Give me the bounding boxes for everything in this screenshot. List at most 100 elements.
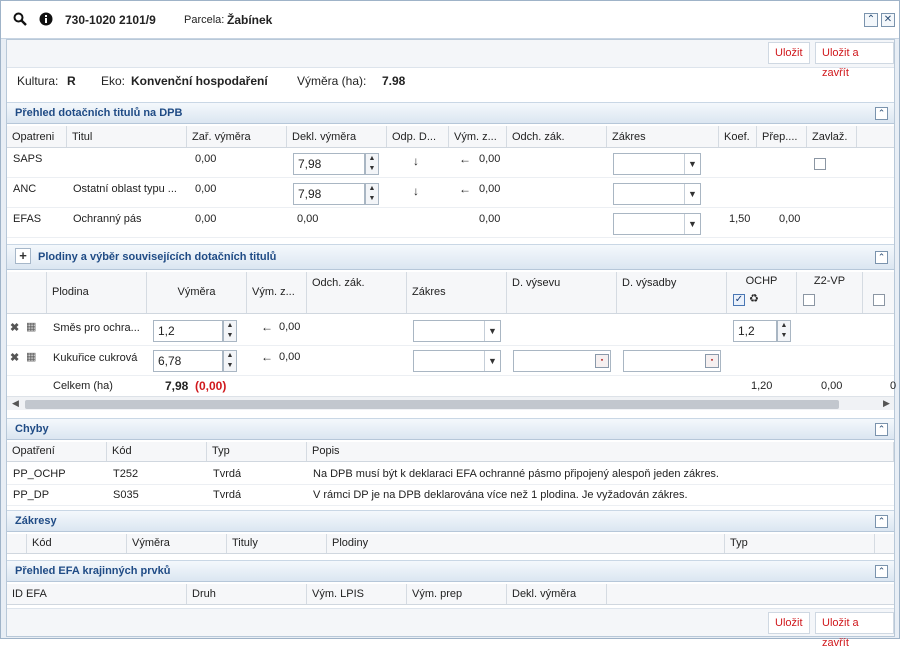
col-vymera[interactable]: Výměra [127, 534, 227, 553]
stepper-buttons[interactable]: ▲ ▼ [365, 153, 379, 175]
bottom-toolbar: Uložit Uložit a zavřít [7, 608, 894, 649]
col-tituly[interactable]: Tituly [227, 534, 327, 553]
recycle-icon[interactable]: ♻ [749, 292, 759, 305]
search-icon[interactable] [13, 12, 27, 29]
cell-typ: Tvrdá [213, 468, 242, 480]
col-zavlaz[interactable]: Zavlaž. [807, 126, 857, 147]
col-prep[interactable]: Přep.... [757, 126, 807, 147]
table-row[interactable]: PP_OCHP T252 Tvrdá Na DPB musí být k dek… [7, 464, 894, 485]
col-typ[interactable]: Typ [207, 442, 307, 461]
arrow-down-icon[interactable]: ↓ [413, 154, 419, 168]
save-button[interactable]: Uložit [768, 612, 810, 634]
next-checkbox[interactable] [873, 294, 885, 306]
scroll-right-icon[interactable]: ▶ [883, 398, 890, 409]
col-kod[interactable]: Kód [107, 442, 207, 461]
delete-icon[interactable]: ✖ [10, 351, 19, 364]
info-icon[interactable] [39, 12, 53, 29]
d-vysevu-date-input[interactable]: ▪ [513, 350, 611, 372]
arrow-down-icon[interactable]: ↓ [413, 184, 419, 198]
zakres-select[interactable]: ▼ [613, 153, 701, 175]
chyby-table-header: Opatření Kód Typ Popis [7, 442, 894, 462]
save-close-button[interactable]: Uložit a zavřít [815, 612, 894, 649]
calendar-icon[interactable]: ▪ [705, 354, 719, 368]
cell-titul: Ochranný pás [73, 213, 142, 225]
col-zakres[interactable]: Zákres [407, 272, 507, 313]
cell-vym-z: 0,00 [479, 183, 501, 195]
collapse-icon[interactable]: ⌃ [875, 423, 888, 436]
col-koef[interactable]: Koef. [719, 126, 757, 147]
collapse-icon[interactable]: ⌃ [875, 565, 888, 578]
col-dekl-vymera[interactable]: Dekl. výměra [507, 584, 607, 604]
col-dekl-vymera[interactable]: Dekl. výměra [287, 126, 387, 147]
col-odch-zak[interactable]: Odch. zák. [307, 272, 407, 313]
col-zakres[interactable]: Zákres [607, 126, 719, 147]
cell-vym-z: 0,00 [279, 351, 301, 363]
collapse-icon[interactable]: ⌃ [875, 515, 888, 528]
horizontal-scrollbar[interactable]: ◀ ▶ [7, 396, 894, 410]
vymera-input[interactable]: 6,78 [153, 350, 223, 372]
arrow-left-icon[interactable]: ← [459, 182, 471, 196]
col-d-vysevu[interactable]: D. výsevu [507, 272, 617, 313]
save-close-button[interactable]: Uložit a zavřít [815, 42, 894, 79]
arrow-left-icon[interactable]: ← [261, 350, 273, 364]
stepper-buttons[interactable]: ▲ ▼ [777, 320, 791, 342]
vymera-input[interactable]: 1,2 [153, 320, 223, 342]
col-z2vp[interactable]: Z2-VP [797, 272, 863, 313]
col-vymera[interactable]: Výměra [147, 272, 247, 313]
col-vym-z[interactable]: Vým. z... [449, 126, 507, 147]
col-odch-zak[interactable]: Odch. zák. [507, 126, 607, 147]
col-zar-vymera[interactable]: Zař. výměra [187, 126, 287, 147]
delete-icon[interactable]: ✖ [10, 321, 19, 334]
add-icon[interactable]: + [15, 248, 31, 264]
table-row[interactable]: PP_DP S035 Tvrdá V rámci DP je na DPB de… [7, 485, 894, 506]
chevrons-up-icon[interactable]: ⌃ [864, 13, 878, 27]
arrow-left-icon[interactable]: ← [261, 320, 273, 334]
ochp-input[interactable]: 1,2 [733, 320, 777, 342]
zakres-select[interactable]: ▼ [613, 183, 701, 205]
z2vp-checkbox[interactable] [803, 294, 815, 306]
calendar-icon[interactable]: ▪ [595, 354, 609, 368]
cell-vym-z: 0,00 [479, 213, 501, 225]
ochp-checkbox[interactable]: ✓ [733, 294, 745, 306]
zakres-select[interactable]: ▼ [413, 350, 501, 372]
d-vysadby-date-input[interactable]: ▪ [623, 350, 721, 372]
zakres-select[interactable]: ▼ [613, 213, 701, 235]
col-ochp[interactable]: OCHP ✓ ♻ [727, 272, 797, 313]
col-id-efa[interactable]: ID EFA [7, 584, 187, 604]
col-plodiny[interactable]: Plodiny [327, 534, 725, 553]
col-vym-lpis[interactable]: Vým. LPIS [307, 584, 407, 604]
col-opatreni[interactable]: Opatření [7, 442, 107, 461]
calculator-icon[interactable]: ▦ [26, 350, 36, 363]
col-typ[interactable]: Typ [725, 534, 875, 553]
col-druh[interactable]: Druh [187, 584, 307, 604]
stepper-buttons[interactable]: ▲ ▼ [365, 183, 379, 205]
close-icon[interactable]: ✕ [881, 13, 895, 27]
col-kod[interactable]: Kód [27, 534, 127, 553]
col-odp[interactable]: Odp. D... [387, 126, 449, 147]
calculator-icon[interactable]: ▦ [26, 320, 36, 333]
stepper-buttons[interactable]: ▲ ▼ [223, 350, 237, 372]
collapse-icon[interactable]: ⌃ [875, 251, 888, 264]
col-opatreni[interactable]: Opatreni [7, 126, 67, 147]
col-vym-prep[interactable]: Vým. prep [407, 584, 507, 604]
kultura-value: R [67, 74, 76, 88]
col-plodina[interactable]: Plodina [47, 272, 147, 313]
scrollbar-thumb[interactable] [25, 400, 839, 409]
col-titul[interactable]: Titul [67, 126, 187, 147]
save-button[interactable]: Uložit [768, 42, 810, 64]
col-next[interactable] [863, 272, 894, 313]
col-vym-z[interactable]: Vým. z... [247, 272, 307, 313]
dialog-window: 730-1020 2101/9 Parcela: Žabínek ⌃ ✕ Ulo… [0, 0, 900, 649]
collapse-icon[interactable]: ⌃ [875, 107, 888, 120]
zakresy-section-header: Zákresy ⌃ [7, 510, 894, 532]
col-popis[interactable]: Popis [307, 442, 894, 461]
dekl-vymera-input[interactable]: 7,98 [293, 153, 365, 175]
stepper-buttons[interactable]: ▲ ▼ [223, 320, 237, 342]
col-d-vysadby[interactable]: D. výsadby [617, 272, 727, 313]
zakres-select[interactable]: ▼ [413, 320, 501, 342]
dekl-vymera-input[interactable]: 7,98 [293, 183, 365, 205]
scroll-left-icon[interactable]: ◀ [12, 398, 19, 409]
dpb-table-header: Opatreni Titul Zař. výměra Dekl. výměra … [7, 126, 894, 148]
zavlaz-checkbox[interactable] [814, 158, 826, 170]
arrow-left-icon[interactable]: ← [459, 152, 471, 166]
